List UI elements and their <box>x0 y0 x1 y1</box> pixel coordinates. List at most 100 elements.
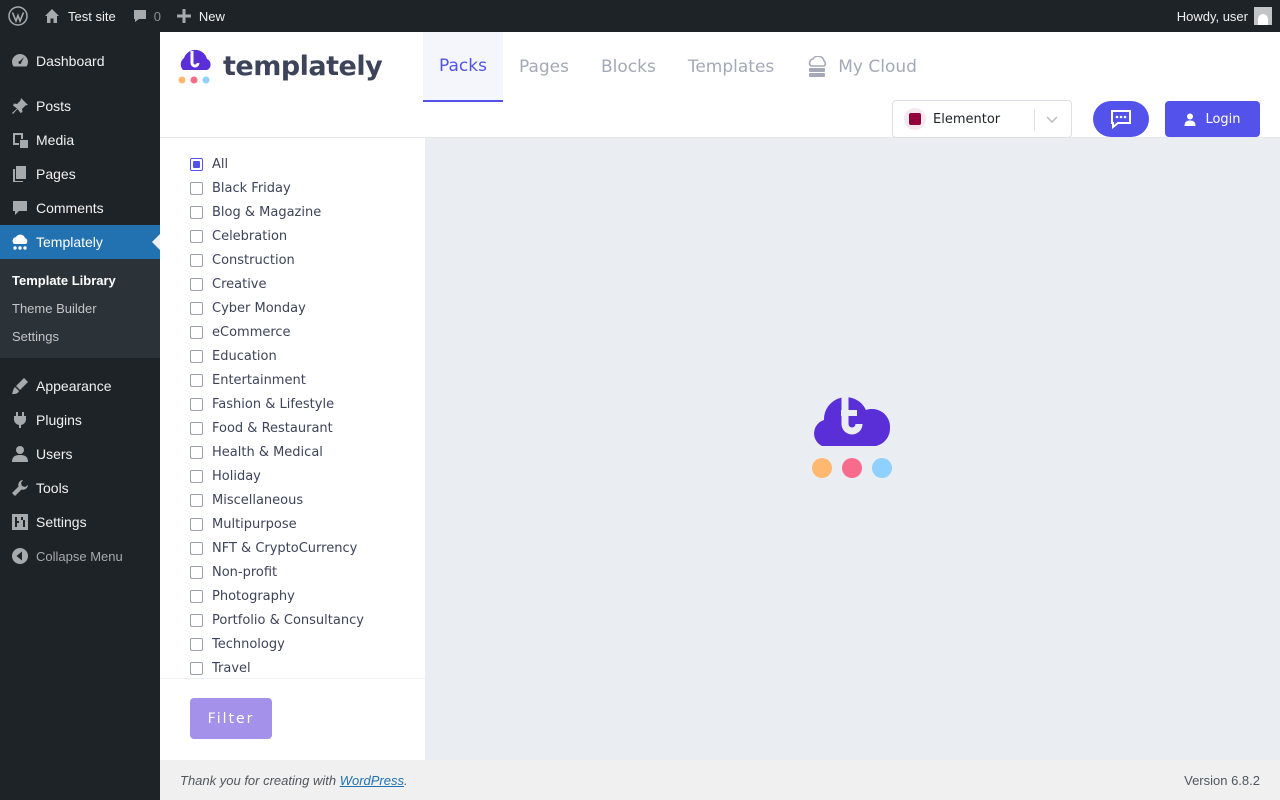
sidebar-item-label: Templately <box>36 234 103 250</box>
category-checkbox[interactable] <box>190 325 203 339</box>
category-item[interactable]: Travel <box>190 656 364 680</box>
templately-logo[interactable]: templately <box>177 46 383 86</box>
category-checkbox[interactable] <box>190 517 203 531</box>
category-label: Creative <box>212 276 267 292</box>
category-item[interactable]: Multipurpose <box>190 512 364 536</box>
user-icon <box>1184 113 1196 126</box>
category-checkbox[interactable] <box>190 205 203 219</box>
category-item[interactable]: Blog & Magazine <box>190 200 364 224</box>
tab-blocks[interactable]: Blocks <box>585 32 672 102</box>
wordpress-logo-menu[interactable] <box>0 0 36 32</box>
new-content-link[interactable]: New <box>169 0 233 32</box>
user-icon <box>10 444 30 464</box>
category-checkbox[interactable] <box>190 181 203 195</box>
category-checkbox[interactable] <box>190 565 203 579</box>
sidebar-item-settings[interactable]: Settings <box>0 505 160 539</box>
pages-icon <box>10 164 30 184</box>
sidebar-item-label: Media <box>36 132 75 148</box>
templately-submenu: Template Library Theme Builder Settings <box>0 259 160 358</box>
filter-button[interactable]: Filter <box>190 698 272 739</box>
sidebar-item-pages[interactable]: Pages <box>0 157 160 191</box>
sidebar-item-label: Appearance <box>36 378 112 394</box>
login-button[interactable]: Login <box>1165 101 1260 137</box>
category-label: Celebration <box>212 228 288 244</box>
category-checkbox[interactable] <box>190 613 203 627</box>
category-item[interactable]: Technology <box>190 632 364 656</box>
site-name-link[interactable]: Test site <box>36 0 124 32</box>
sidebar-item-templately[interactable]: Templately <box>0 225 160 259</box>
tab-packs[interactable]: Packs <box>423 32 503 102</box>
category-item[interactable]: Food & Restaurant <box>190 416 364 440</box>
chat-button[interactable] <box>1093 101 1149 137</box>
category-checkbox[interactable] <box>190 445 203 459</box>
site-name: Test site <box>68 8 116 24</box>
category-label: Black Friday <box>212 180 291 196</box>
category-item[interactable]: Photography <box>190 584 364 608</box>
sidebar-item-posts[interactable]: Posts <box>0 89 160 123</box>
category-item[interactable]: Entertainment <box>190 368 364 392</box>
sidebar-item-plugins[interactable]: Plugins <box>0 403 160 437</box>
wordpress-logo-icon <box>8 6 28 26</box>
loading-indicator <box>810 384 894 483</box>
category-checkbox[interactable] <box>190 469 203 483</box>
sidebar-item-dashboard[interactable]: Dashboard <box>0 44 160 78</box>
sidebar-item-users[interactable]: Users <box>0 437 160 471</box>
category-item[interactable]: eCommerce <box>190 320 364 344</box>
category-item[interactable]: Celebration <box>190 224 364 248</box>
category-checkbox[interactable] <box>190 277 203 291</box>
sidebar-item-tools[interactable]: Tools <box>0 471 160 505</box>
category-item[interactable]: Cyber Monday <box>190 296 364 320</box>
sidebar-item-label: Plugins <box>36 412 82 428</box>
page-builder-select[interactable]: Elementor <box>892 100 1072 138</box>
category-label: Holiday <box>212 468 261 484</box>
category-checkbox[interactable] <box>190 373 203 387</box>
category-item[interactable]: Non-profit <box>190 560 364 584</box>
category-item[interactable]: Health & Medical <box>190 440 364 464</box>
my-account-menu[interactable]: Howdy, user <box>1177 7 1280 25</box>
submenu-settings[interactable]: Settings <box>0 322 160 350</box>
category-checkbox[interactable] <box>190 589 203 603</box>
tab-templates[interactable]: Templates <box>672 32 790 102</box>
footer-thanks-suffix: . <box>404 772 408 788</box>
category-checkbox[interactable] <box>190 253 203 267</box>
category-checkbox[interactable] <box>190 541 203 555</box>
category-checkbox[interactable] <box>190 301 203 315</box>
category-item[interactable]: All <box>190 152 364 176</box>
category-label: Health & Medical <box>212 444 323 460</box>
submenu-template-library[interactable]: Template Library <box>0 266 160 294</box>
category-checkbox[interactable] <box>190 421 203 435</box>
comment-icon <box>10 198 30 218</box>
comment-bubble-icon <box>133 10 146 22</box>
tab-pages[interactable]: Pages <box>503 32 585 102</box>
category-item[interactable]: Fashion & Lifestyle <box>190 392 364 416</box>
elementor-icon <box>904 108 926 130</box>
category-label: Non-profit <box>212 564 278 580</box>
category-item[interactable]: Portfolio & Consultancy <box>190 608 364 632</box>
category-checkbox[interactable] <box>190 229 203 243</box>
sidebar-item-label: Tools <box>36 480 69 496</box>
category-checkbox[interactable] <box>190 397 203 411</box>
sidebar-item-media[interactable]: Media <box>0 123 160 157</box>
category-checkbox[interactable] <box>190 661 203 675</box>
media-icon <box>10 130 30 150</box>
category-checkbox[interactable] <box>190 157 203 171</box>
category-item[interactable]: Creative <box>190 272 364 296</box>
wordpress-link[interactable]: WordPress <box>340 773 404 788</box>
submenu-theme-builder[interactable]: Theme Builder <box>0 294 160 322</box>
category-checkbox[interactable] <box>190 637 203 651</box>
tab-my-cloud[interactable]: My Cloud <box>790 32 933 102</box>
sidebar-item-appearance[interactable]: Appearance <box>0 369 160 403</box>
sidebar-item-comments[interactable]: Comments <box>0 191 160 225</box>
comments-link[interactable]: 0 <box>124 0 169 32</box>
category-item[interactable]: Construction <box>190 248 364 272</box>
category-item[interactable]: Education <box>190 344 364 368</box>
category-item[interactable]: Miscellaneous <box>190 488 364 512</box>
category-item[interactable]: Black Friday <box>190 176 364 200</box>
builder-select-value: Elementor <box>933 111 1001 127</box>
category-item[interactable]: Holiday <box>190 464 364 488</box>
category-checkbox[interactable] <box>190 493 203 507</box>
category-checkbox[interactable] <box>190 349 203 363</box>
category-item[interactable]: NFT & CryptoCurrency <box>190 536 364 560</box>
category-label: Education <box>212 348 277 364</box>
collapse-menu-button[interactable]: Collapse Menu <box>0 539 160 573</box>
